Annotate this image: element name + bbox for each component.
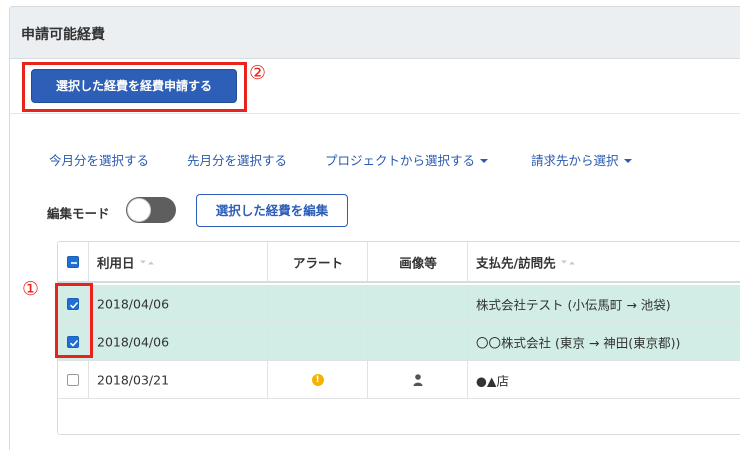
select-last-month-link[interactable]: 先月分を選択する — [187, 150, 287, 169]
header-checkbox-cell — [58, 242, 89, 281]
table-header-row: 利用日 アラート 画像等 支払先/訪問先 — [58, 242, 740, 283]
row-payee-cell: ●▲店 — [468, 361, 740, 398]
row-payee: 株式会社テスト (小伝馬町 → 池袋) — [476, 297, 671, 312]
table-row[interactable]: 2018/03/21 ! ●▲店 — [58, 361, 740, 399]
edit-selected-expenses-button[interactable]: 選択した経費を編集 — [196, 194, 348, 227]
select-by-client-label: 請求先から選択 — [531, 153, 619, 168]
row-payee-cell: 〇〇株式会社 (東京 → 神田(東京都)) — [468, 323, 740, 360]
row-date-cell: 2018/04/06 — [89, 323, 268, 360]
edit-mode-label: 編集モード — [47, 206, 110, 221]
row-alert-cell: ! — [268, 361, 368, 398]
row-date: 2018/04/06 — [97, 334, 170, 349]
header-date: 利用日 — [97, 255, 135, 270]
expense-table: 利用日 アラート 画像等 支払先/訪問先 2018/04/06 株式会社テスト … — [57, 241, 740, 435]
divider — [10, 113, 740, 114]
row-date-cell: 2018/03/21 — [89, 361, 268, 398]
header-image: 画像等 — [399, 255, 437, 270]
row-alert-cell — [268, 285, 368, 322]
select-all-checkbox[interactable] — [67, 255, 79, 268]
header-payee: 支払先/訪問先 — [476, 255, 556, 270]
row-image-cell — [368, 361, 468, 398]
table-row[interactable]: 2018/04/06 株式会社テスト (小伝馬町 → 池袋) — [58, 285, 740, 323]
table-row[interactable]: 2018/04/06 〇〇株式会社 (東京 → 神田(東京都)) — [58, 323, 740, 361]
sort-icon — [560, 260, 575, 264]
exclamation-circle-icon: ! — [311, 373, 324, 386]
row-payee: ●▲店 — [476, 373, 510, 388]
row-date-cell: 2018/04/06 — [89, 285, 268, 322]
annotation-box-checkboxes — [55, 283, 93, 358]
select-by-project-dropdown[interactable]: プロジェクトから選択する — [325, 150, 489, 169]
header-image-cell: 画像等 — [368, 242, 468, 281]
select-by-project-label: プロジェクトから選択する — [325, 153, 476, 168]
row-payee: 〇〇株式会社 (東京 → 神田(東京都)) — [476, 335, 681, 350]
chevron-down-icon — [480, 159, 489, 163]
chevron-down-icon — [623, 159, 632, 163]
row-checkbox[interactable] — [67, 373, 79, 386]
row-image-cell — [368, 285, 468, 322]
annotation-marker-2: ② — [249, 62, 267, 84]
header-alert-cell: アラート — [268, 242, 368, 281]
header-date-cell[interactable]: 利用日 — [89, 242, 268, 281]
row-date: 2018/03/21 — [97, 372, 170, 387]
select-this-month-link[interactable]: 今月分を選択する — [49, 150, 149, 169]
select-by-client-dropdown[interactable]: 請求先から選択 — [531, 150, 632, 169]
table-empty-area — [58, 400, 740, 434]
edit-mode-toggle[interactable] — [126, 197, 176, 223]
row-date: 2018/04/06 — [97, 296, 170, 311]
submit-selected-expenses-button[interactable]: 選択した経費を経費申請する — [31, 69, 237, 103]
annotation-marker-1: ① — [22, 278, 40, 300]
user-icon — [413, 373, 422, 386]
toggle-knob — [127, 198, 151, 222]
panel-header: 申請可能経費 — [10, 7, 740, 59]
row-alert-cell — [268, 323, 368, 360]
header-alert: アラート — [292, 255, 343, 270]
header-payee-cell[interactable]: 支払先/訪問先 — [468, 242, 740, 281]
row-checkbox-cell — [58, 361, 89, 398]
row-payee-cell: 株式会社テスト (小伝馬町 → 池袋) — [468, 285, 740, 322]
row-image-cell — [368, 323, 468, 360]
sort-icon — [139, 260, 154, 264]
panel-title: 申請可能経費 — [21, 27, 105, 43]
